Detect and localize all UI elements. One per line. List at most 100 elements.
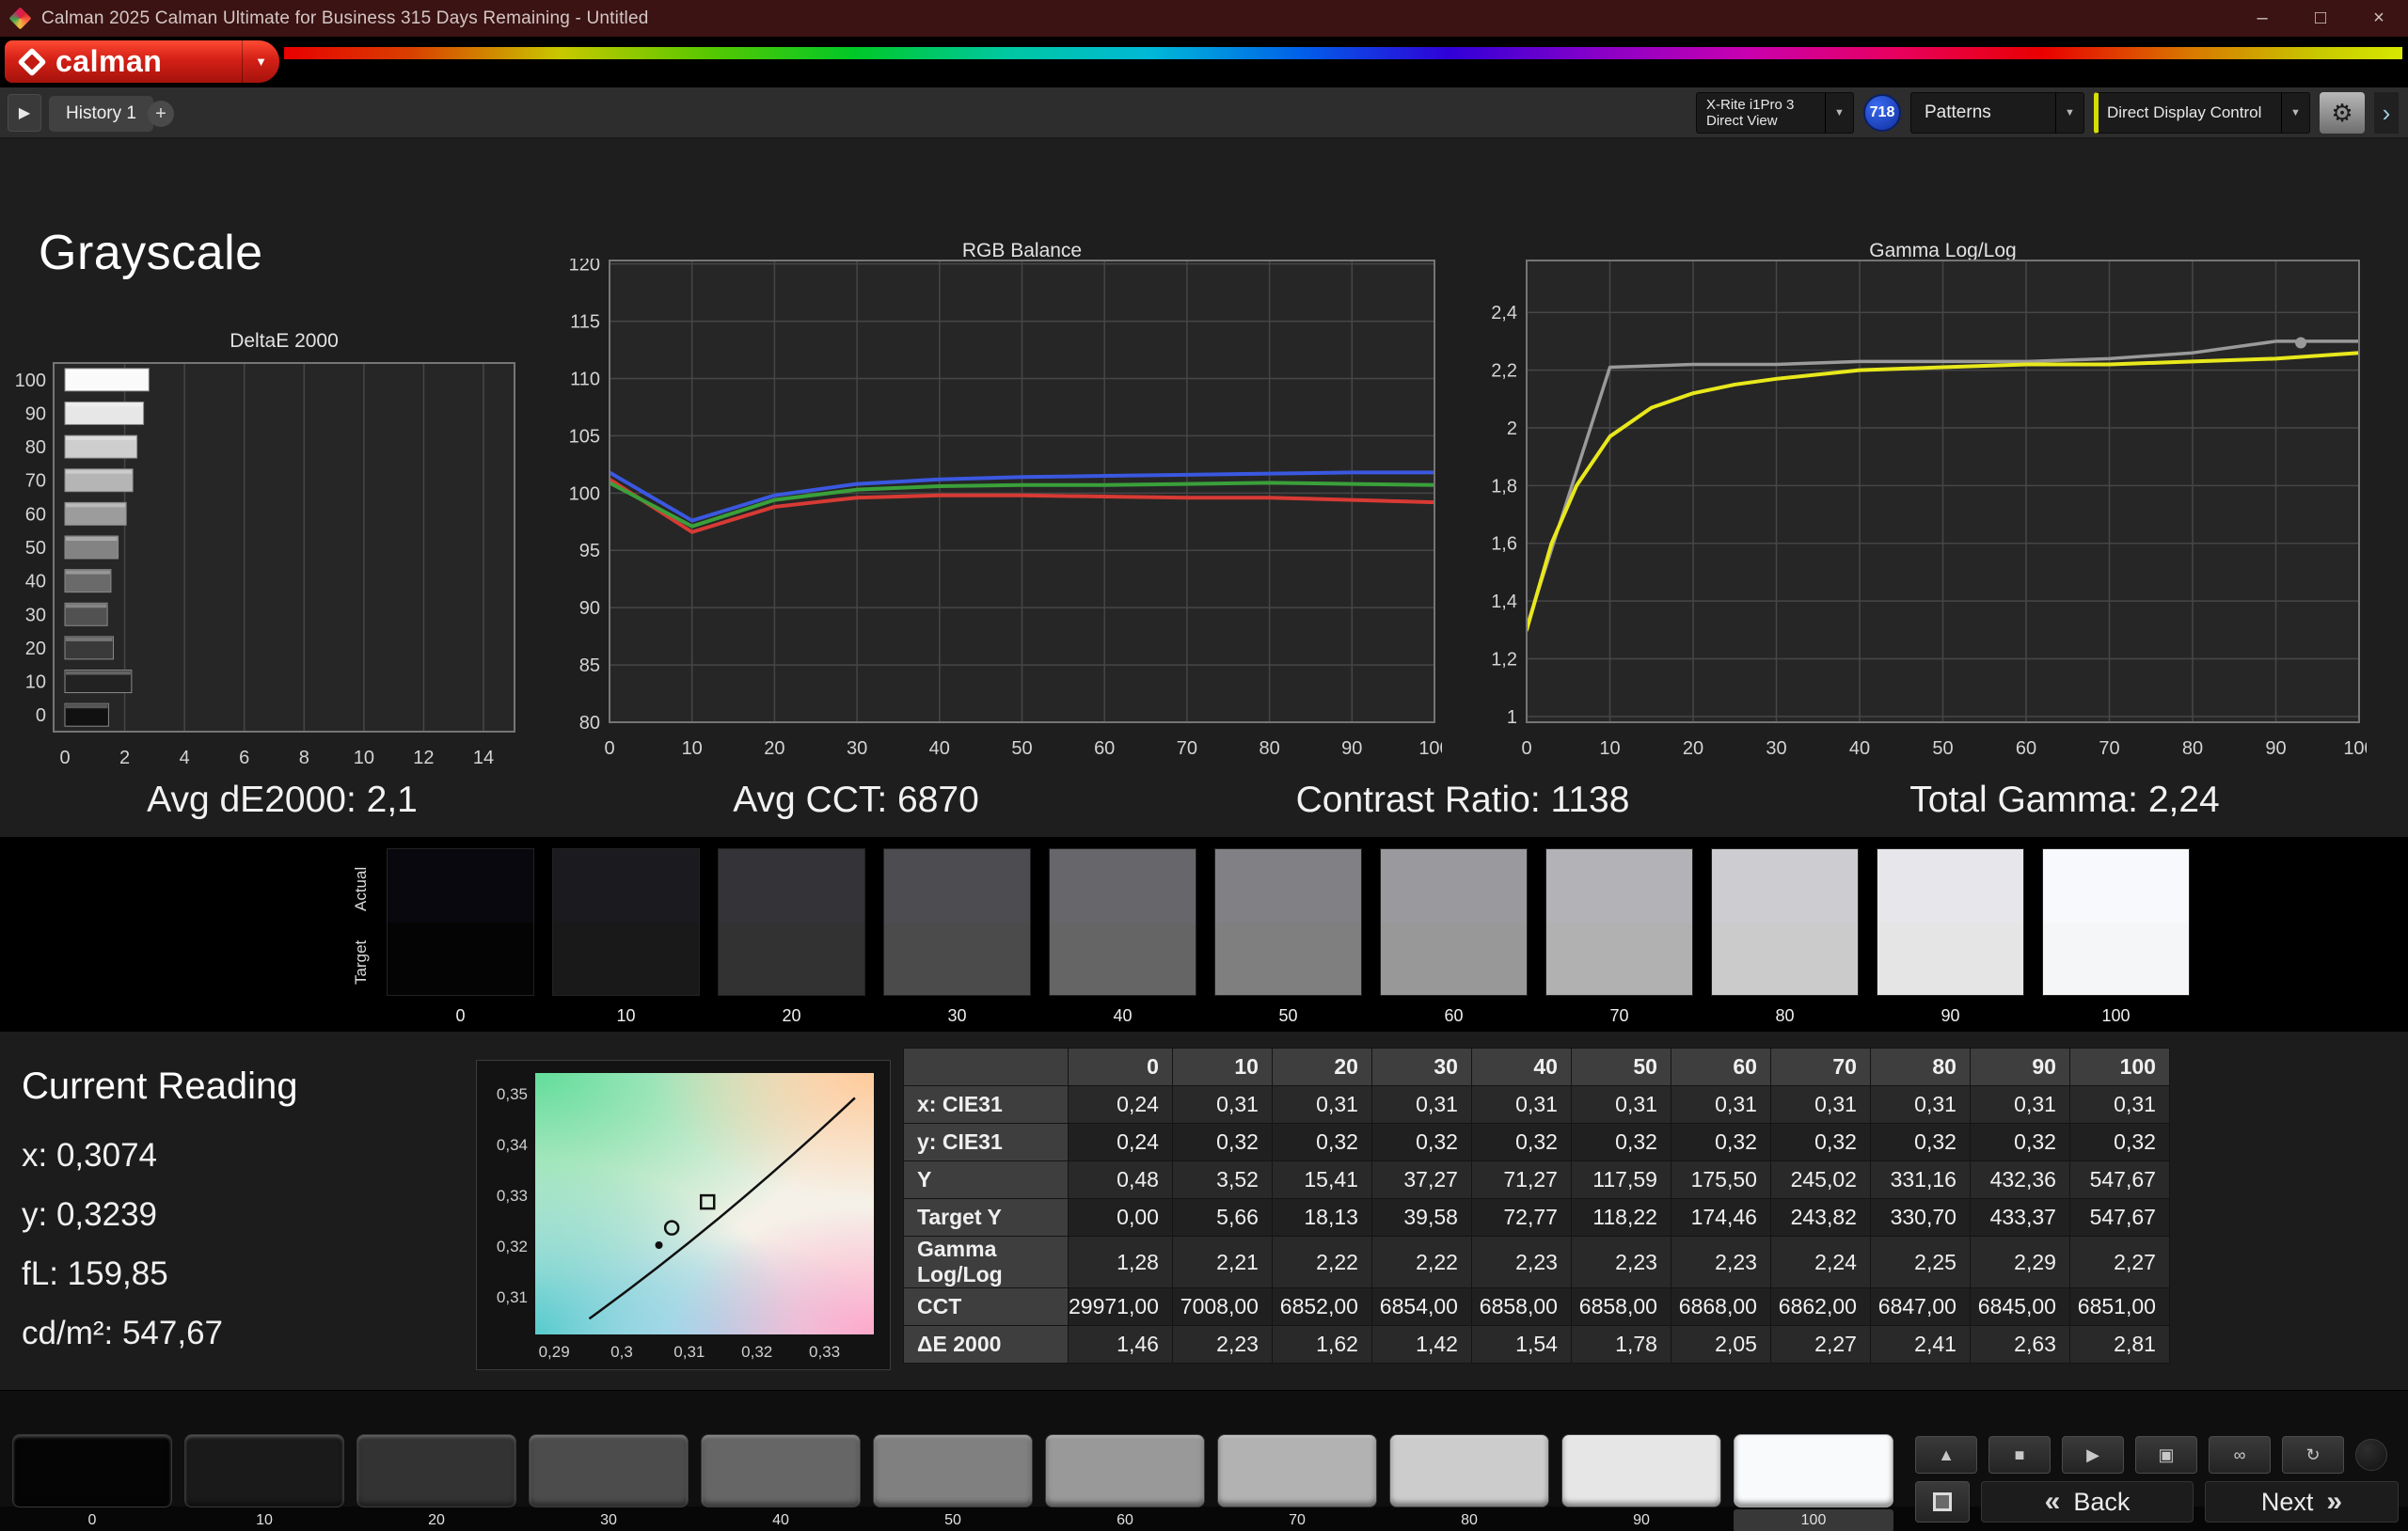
reading-area: Current Reading x: 0,3074 y: 0,3239 fL: …	[0, 1032, 2408, 1390]
back-button[interactable]: « Back	[1981, 1481, 2194, 1523]
patch-button-70[interactable]	[1217, 1434, 1377, 1507]
svg-text:60: 60	[2016, 738, 2036, 759]
tab-bar: ▶ History 1 + X-Rite i1Pro 3 Direct View…	[0, 87, 2408, 138]
svg-text:100: 100	[1418, 738, 1442, 759]
pattern-up-button[interactable]: ▲	[1915, 1436, 1977, 1474]
swatch-row-label-actual: Actual	[352, 866, 370, 911]
svg-text:20: 20	[1683, 738, 1703, 759]
table-cell: 1,78	[1570, 1325, 1671, 1364]
table-cell: 0,31	[1271, 1085, 1372, 1124]
minimize-button[interactable]: –	[2233, 0, 2291, 37]
table-cell: 37,27	[1370, 1160, 1472, 1199]
close-button[interactable]: ×	[2350, 0, 2408, 37]
patch-button-80[interactable]	[1389, 1434, 1549, 1507]
svg-text:85: 85	[579, 655, 600, 676]
svg-text:0: 0	[604, 738, 614, 759]
table-cell: 0,31	[1670, 1085, 1771, 1124]
table-cell: 245,02	[1769, 1160, 1871, 1199]
stat-avg-de2000: Avg dE2000: 2,1	[147, 780, 418, 820]
svg-text:120: 120	[569, 259, 600, 276]
display-control-dropdown[interactable]: Direct Display Control ▼	[2094, 92, 2310, 134]
play-icon: ▶	[2086, 1444, 2099, 1464]
table-cell: 6847,00	[1869, 1287, 1971, 1326]
plus-icon: +	[155, 103, 166, 124]
table-cell: 2,81	[2068, 1325, 2170, 1364]
table-column-header: 70	[1769, 1048, 1871, 1086]
titlebar: Calman 2025 Calman Ultimate for Business…	[0, 0, 2408, 37]
calman-menu-arrow-icon[interactable]: ▼	[242, 40, 279, 83]
patch-button-0[interactable]	[12, 1434, 172, 1507]
patterns-dropdown[interactable]: Patterns ▼	[1910, 92, 2084, 134]
window-title: Calman 2025 Calman Ultimate for Business…	[41, 8, 649, 28]
table-row: Y 0,48 3,52 15,41 37,27 71,27 117,59 175,50 245,…	[903, 1160, 2170, 1199]
table-column-header: 50	[1570, 1048, 1671, 1086]
gray-swatch-0: 0	[388, 849, 533, 1025]
table-cell: 547,67	[2068, 1198, 2170, 1237]
cie-y-tick: 0,34	[496, 1135, 528, 1154]
rainbow-strip	[284, 47, 2402, 59]
maximize-button[interactable]: □	[2291, 0, 2350, 37]
swatch-actual	[884, 849, 1030, 923]
svg-text:115: 115	[570, 312, 600, 333]
panel-expander-button[interactable]: ▶	[8, 94, 41, 132]
swatch-target	[884, 923, 1030, 995]
pattern-window-button[interactable]	[1915, 1481, 1970, 1523]
refresh-button[interactable]: ↻	[2282, 1436, 2344, 1474]
patch-level-label: 90	[1633, 1512, 1650, 1528]
swatch-label: 60	[1444, 1006, 1464, 1025]
table-cell: 1,42	[1370, 1325, 1472, 1364]
next-chevrons-icon: »	[2326, 1486, 2343, 1517]
meter-count-badge[interactable]: 718	[1863, 94, 1901, 132]
swatch-actual	[1712, 849, 1858, 923]
patch-button-20[interactable]	[356, 1434, 516, 1507]
table-cell: 2,27	[2068, 1236, 2170, 1288]
chevron-down-icon[interactable]: ▼	[1825, 93, 1853, 133]
tab-history-1[interactable]: History 1	[49, 96, 153, 132]
collapse-panel-button[interactable]: ›	[2374, 92, 2399, 134]
brand-bar: calman ▼	[0, 37, 2408, 87]
next-button[interactable]: Next »	[2205, 1481, 2399, 1523]
save-button[interactable]: ▣	[2135, 1436, 2197, 1474]
chevron-down-icon[interactable]: ▼	[2055, 93, 2083, 133]
table-cell: 547,67	[2068, 1160, 2170, 1199]
table-cell: 0,31	[1370, 1085, 1472, 1124]
patch-button-50[interactable]	[873, 1434, 1033, 1507]
calman-menu-button[interactable]: calman ▼	[5, 40, 279, 83]
settings-button[interactable]: ⚙	[2320, 92, 2365, 134]
workflow-controls: X-Rite i1Pro 3 Direct View ▼ 718 Pattern…	[1696, 92, 2399, 134]
meter-dropdown[interactable]: X-Rite i1Pro 3 Direct View ▼	[1696, 92, 1854, 134]
table-cell: 39,58	[1370, 1198, 1472, 1237]
patch-button-60[interactable]	[1045, 1434, 1205, 1507]
patch-button-100[interactable]	[1734, 1434, 1893, 1507]
loop-button[interactable]: ∞	[2209, 1436, 2271, 1474]
record-indicator[interactable]	[2355, 1439, 2387, 1471]
back-label: Back	[2073, 1487, 2131, 1516]
play-button[interactable]: ▶	[2062, 1436, 2124, 1474]
table-cell: 6851,00	[2068, 1287, 2170, 1326]
table-cell: 71,27	[1470, 1160, 1572, 1199]
table-row: Target Y 0,00 5,66 18,13 39,58 72,77 118,22 174…	[903, 1198, 2170, 1237]
stop-button[interactable]: ■	[1988, 1436, 2051, 1474]
patch-button-40[interactable]	[701, 1434, 861, 1507]
patch-button-10[interactable]	[184, 1434, 344, 1507]
patch-button-90[interactable]	[1561, 1434, 1721, 1507]
svg-text:30: 30	[25, 605, 46, 625]
swatch-target	[388, 923, 533, 995]
table-cell: 0,32	[1969, 1123, 2070, 1161]
table-cell: 6858,00	[1570, 1287, 1671, 1326]
table-cell: 0,31	[1969, 1085, 2070, 1124]
add-tab-button[interactable]: +	[148, 101, 174, 127]
refresh-icon: ↻	[2305, 1444, 2321, 1464]
loop-icon: ∞	[2233, 1444, 2246, 1464]
cie-y-tick: 0,31	[496, 1287, 528, 1306]
cie-marker-circle	[663, 1220, 680, 1236]
svg-text:10: 10	[682, 738, 703, 759]
patch-level-label: 60	[1117, 1512, 1133, 1528]
table-column-header: 60	[1670, 1048, 1771, 1086]
swatch-label: 50	[1278, 1006, 1298, 1025]
chevron-down-icon[interactable]: ▼	[2281, 93, 2309, 133]
svg-text:8: 8	[299, 748, 309, 768]
swatch-target	[719, 923, 864, 995]
deltae-chart-title: DeltaE 2000	[230, 330, 339, 352]
patch-button-30[interactable]	[529, 1434, 689, 1507]
